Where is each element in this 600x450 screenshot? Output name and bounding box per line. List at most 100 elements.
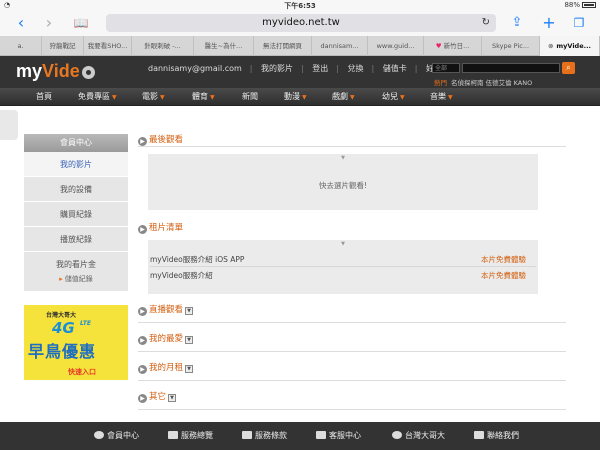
link-redeem[interactable]: 兌換 [348,64,364,73]
battery-percent: 88% [564,1,580,9]
sidebar-item-purchases[interactable]: 購買紀錄 [24,202,128,227]
sidebar-item-my-videos[interactable]: 我的影片 [24,152,128,177]
nav-music[interactable]: 音樂 ▼ [430,88,453,106]
support-icon [316,431,326,439]
search-scope-select[interactable]: 全部 [432,63,460,73]
section-favorites[interactable]: ▶ 我的最愛 ▼ [138,328,566,352]
collapse-arrow-icon[interactable]: ▼ [148,241,538,247]
rental-row: myVideo服務介紹 iOS APP 本片免費體驗 [150,252,536,267]
tab[interactable]: ♥ 新竹日... [424,36,482,56]
tabs-overview-icon[interactable]: ❐ [570,14,588,32]
sidebar-item-wallet[interactable]: 我的看片金 ▸ 儲值紀錄 [24,252,128,292]
tab[interactable]: dannisam... [312,36,368,56]
last-watched-box: ▼ 快去選片觀看! [148,154,538,210]
battery-icon [582,2,596,8]
link-my-videos[interactable]: 我的影片 [261,64,293,73]
rental-row: myVideo服務介紹 本片免費體驗 [150,268,536,283]
link-logout[interactable]: 登出 [312,64,328,73]
footer-terms[interactable]: 服務條款 [242,422,287,450]
rental-title[interactable]: myVideo服務介紹 iOS APP [150,255,244,264]
section-last-watched: ▶ 最後觀看 [138,131,566,147]
nav-sports[interactable]: 體育 ▼ [192,88,215,106]
main-nav: 首頁 免費專區 ▼ 電影 ▼ 體育 ▼ 新聞 動漫 ▼ 戲劇 ▼ 幼兒 ▼ 音樂 ▼ [0,88,600,106]
rental-title[interactable]: myVideo服務介紹 [150,271,213,280]
brand-label: 台灣大哥大 [46,312,77,319]
free-trial-link[interactable]: 本片免費體驗 [481,268,526,283]
tab[interactable]: www.guid... [368,36,424,56]
footer-member-center[interactable]: 會員中心 [94,422,139,450]
arrow-circle-icon: ▶ [138,394,147,403]
list-icon [168,431,178,439]
forward-icon[interactable]: › [40,14,58,32]
sidebar-item-playback[interactable]: 播放紀錄 [24,227,128,252]
tab[interactable]: 我要看SHO... [84,36,132,56]
new-tab-icon[interactable]: + [540,14,558,32]
close-tab-icon[interactable]: ⊗ [548,42,553,50]
footer-services[interactable]: 服務總覽 [168,422,213,450]
tab-active[interactable]: ⊗ myVide... [540,36,600,56]
page-edge [0,110,18,140]
expand-icon[interactable]: ▼ [185,307,194,315]
arrow-circle-icon: ▶ [138,336,147,345]
url-text: myvideo.net.tw [262,17,340,28]
battery-indicator: 88% [564,1,596,9]
nav-anime[interactable]: 動漫 ▼ [284,88,307,106]
mail-icon [474,431,484,439]
link-prepaid-card[interactable]: 儲值卡 [383,64,407,73]
section-rentals: ▶ 租片清單 [138,219,566,235]
member-sidebar: 會員中心 我的影片 我的設備 購買紀錄 播放紀錄 我的看片金 ▸ 儲值紀錄 [24,134,128,292]
promo-title: 早鳥優惠 [28,342,97,361]
expand-icon[interactable]: ▼ [168,394,177,402]
tab[interactable]: 狩龍戰記 [42,36,84,56]
arrow-circle-icon: ▶ [138,137,147,146]
nav-drama[interactable]: 戲劇 ▼ [332,88,355,106]
section-others[interactable]: ▶ 其它 ▼ [138,386,566,410]
empty-message: 快去選片觀看! [318,181,367,190]
nav-news[interactable]: 新聞 [242,88,258,106]
footer-taiwan-mobile[interactable]: 台灣大哥大 [392,422,445,450]
collapse-arrow-icon[interactable]: ▼ [148,155,538,161]
tab[interactable]: 針眼剌破 -... [132,36,194,56]
back-icon[interactable]: ‹ [12,14,30,32]
promo-banner[interactable]: 台灣大哥大 4G LTE 早鳥優惠 快速入口 [24,305,128,380]
footer-support[interactable]: 客服中心 [316,422,361,450]
myvideo-logo[interactable]: myVide [16,61,95,82]
arrow-circle-icon: ▶ [138,365,147,374]
footer-contact[interactable]: 聯絡我們 [474,422,519,450]
quick-entry-link[interactable]: 快速入口 [68,367,96,377]
nav-home[interactable]: 首頁 [36,88,52,106]
wallet-label: 我的看片金 [56,260,96,269]
nav-movies[interactable]: 電影 ▼ [142,88,165,106]
free-trial-link[interactable]: 本片免費體驗 [481,252,526,267]
tab[interactable]: Skype Pic... [482,36,540,56]
nav-free[interactable]: 免費專區 ▼ [78,88,117,106]
tab[interactable]: a. [0,36,42,56]
film-reel-icon [81,65,95,79]
share-icon[interactable]: ⇪ [508,14,526,32]
bookmarks-icon[interactable]: 📖 [72,14,90,32]
arrow-circle-icon: ▶ [138,225,147,234]
address-bar[interactable]: myvideo.net.tw ↻ [106,14,496,32]
site-header: myVide dannisamy@gmail.com | 我的影片 | 登出 | 兌換… [0,56,600,88]
expand-icon[interactable]: ▼ [185,336,194,344]
tab[interactable]: 無法打開網頁 [254,36,312,56]
expand-icon[interactable]: ▼ [185,365,194,373]
ios-status-bar: ◔ 下午6:53 88% [0,0,600,10]
reload-icon[interactable]: ↻ [482,14,490,32]
section-live[interactable]: ▶ 直播觀看 ▼ [138,299,566,323]
nav-kids[interactable]: 幼兒 ▼ [382,88,405,106]
document-icon [242,431,252,439]
lte-label: LTE [80,320,92,327]
search-icon[interactable]: ⌕ [562,62,575,74]
section-monthly[interactable]: ▶ 我的月租 ▼ [138,357,566,381]
arrow-circle-icon: ▶ [138,307,147,316]
account-links: dannisamy@gmail.com | 我的影片 | 登出 | 兌換 | 儲值卡 | … [148,63,466,74]
link-topup-record[interactable]: 儲值紀錄 [65,275,93,283]
sidebar-item-my-devices[interactable]: 我的設備 [24,177,128,202]
rentals-box: ▼ myVideo服務介紹 iOS APP 本片免費體驗 myVideo服務介紹… [148,240,538,294]
tab[interactable]: 醫生~為什... [194,36,254,56]
hot-searches: 熱門 名偵探柯南 伍德艾倫 KANO [434,79,533,87]
sidebar-header: 會員中心 [24,134,128,152]
search-input[interactable] [462,63,560,73]
hot-terms[interactable]: 名偵探柯南 伍德艾倫 KANO [451,79,532,87]
